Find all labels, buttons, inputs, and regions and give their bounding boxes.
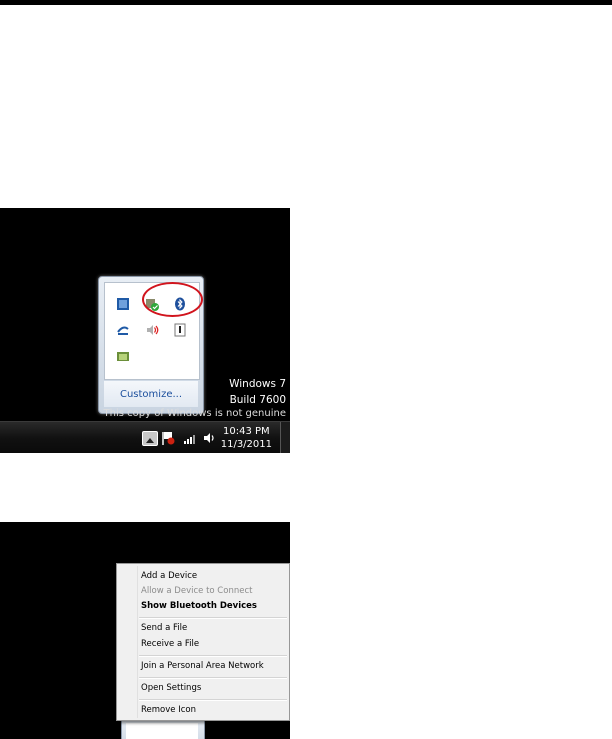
- speaker-icon[interactable]: [145, 323, 159, 337]
- watermark-not-genuine: This copy of Windows is not genuine: [103, 408, 286, 419]
- volume-icon[interactable]: [203, 431, 217, 445]
- bluetooth-context-menu: Add a Device Allow a Device to Connect S…: [116, 563, 290, 721]
- watermark-windows-version: Windows 7: [229, 378, 286, 390]
- sync-icon[interactable]: [116, 323, 130, 337]
- bluetooth-context-menu-screenshot: Add a Device Allow a Device to Connect S…: [0, 522, 290, 739]
- menu-item-open-settings[interactable]: Open Settings: [141, 683, 201, 693]
- menu-item-allow-device-connect: Allow a Device to Connect: [141, 586, 253, 596]
- menu-item-remove-icon[interactable]: Remove Icon: [141, 705, 196, 715]
- menu-item-show-bluetooth-devices[interactable]: Show Bluetooth Devices: [141, 601, 257, 611]
- action-center-flag-icon[interactable]: [161, 430, 175, 446]
- clock-time: 10:43 PM: [223, 426, 270, 437]
- watermark-build: Build 7600: [229, 394, 286, 406]
- network-signal-icon[interactable]: [183, 433, 197, 444]
- menu-separator: [139, 617, 287, 619]
- menu-item-join-pan[interactable]: Join a Personal Area Network: [141, 661, 264, 671]
- system-clock[interactable]: 10:43 PM 11/3/2011: [221, 425, 272, 451]
- folder-icon[interactable]: [116, 349, 130, 363]
- menu-item-add-device[interactable]: Add a Device: [141, 571, 197, 581]
- menu-separator: [139, 655, 287, 657]
- show-desktop-button[interactable]: [280, 422, 290, 453]
- usb-key-icon[interactable]: [173, 323, 187, 337]
- menu-separator: [139, 699, 287, 701]
- show-hidden-icons-button[interactable]: [142, 431, 158, 446]
- notification-area-screenshot: Customize... Windows 7 Build 7600 This c…: [0, 208, 290, 453]
- menu-separator: [139, 677, 287, 679]
- book-icon[interactable]: [116, 297, 130, 311]
- chevron-up-icon: [146, 438, 154, 443]
- top-border-bar: [0, 0, 612, 5]
- menu-item-receive-file[interactable]: Receive a File: [141, 639, 199, 649]
- highlight-circle: [142, 282, 203, 317]
- notification-overflow-flyout-partial: [121, 718, 205, 739]
- taskbar: 10:43 PM 11/3/2011: [0, 421, 290, 453]
- menu-item-send-file[interactable]: Send a File: [141, 623, 187, 633]
- clock-date: 11/3/2011: [220, 439, 272, 450]
- customize-link[interactable]: Customize...: [104, 381, 198, 407]
